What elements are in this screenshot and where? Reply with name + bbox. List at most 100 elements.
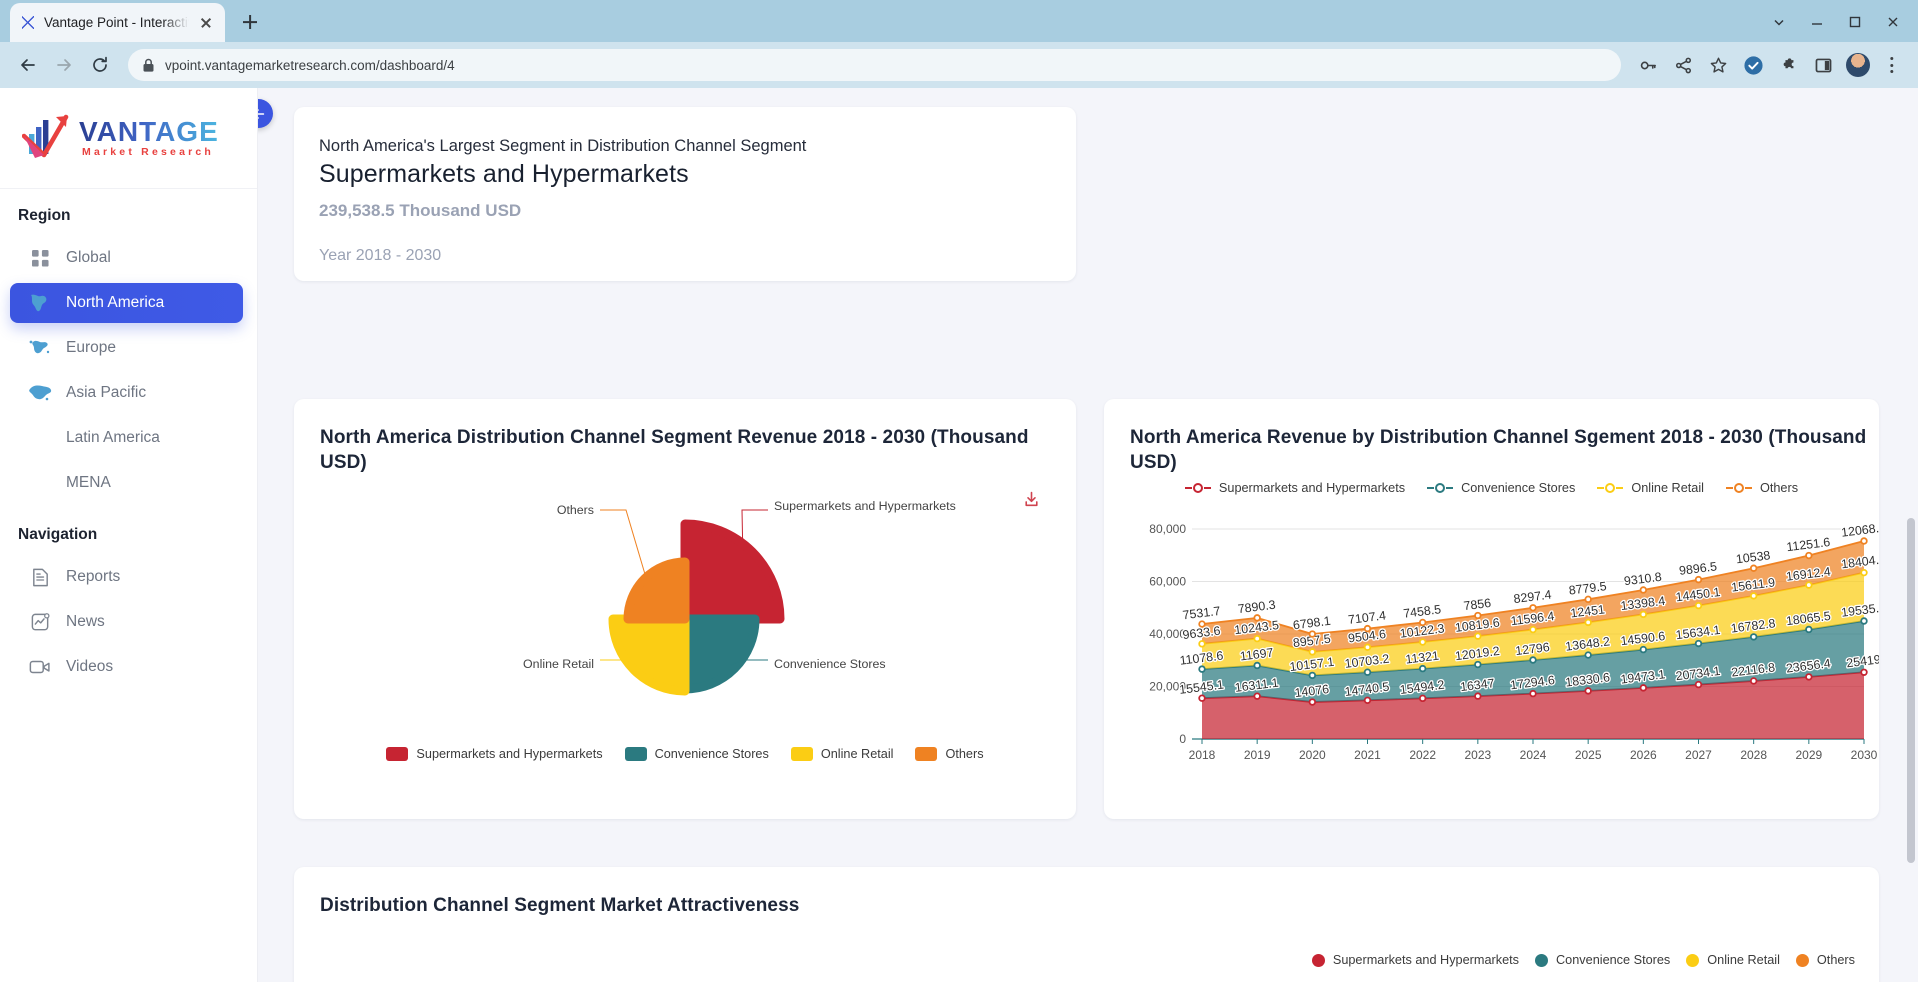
area-data-point[interactable] <box>1639 586 1648 594</box>
area-data-point[interactable] <box>1805 673 1813 681</box>
pie-slice-1[interactable] <box>680 614 760 694</box>
area-data-point[interactable] <box>1198 620 1206 628</box>
avatar[interactable] <box>1843 50 1873 80</box>
area-data-point[interactable] <box>1474 660 1482 669</box>
tab-search-chevron-down-icon[interactable] <box>1762 6 1796 38</box>
area-data-point[interactable] <box>1639 610 1648 619</box>
sidebar-item-mena[interactable]: MENA <box>10 463 243 503</box>
area-data-point[interactable] <box>1860 537 1868 545</box>
area-data-point[interactable] <box>1474 692 1482 700</box>
area-data-point[interactable] <box>1749 633 1758 641</box>
area-data-point[interactable] <box>1860 668 1868 676</box>
pie-chart-canvas[interactable]: Supermarkets and Hypermarkets Convenience… <box>294 494 1076 744</box>
area-data-point[interactable] <box>1584 618 1592 627</box>
area-data-point[interactable] <box>1860 568 1868 577</box>
legend-item[interactable]: Supermarkets and Hypermarkets <box>1184 481 1405 495</box>
area-data-point[interactable] <box>1529 604 1537 612</box>
side-panel-icon[interactable] <box>1808 50 1838 80</box>
area-data-point[interactable] <box>1198 640 1206 648</box>
window-close-icon[interactable] <box>1876 6 1910 38</box>
address-bar[interactable]: vpoint.vantagemarketresearch.com/dashboa… <box>128 49 1621 81</box>
area-data-point[interactable] <box>1529 689 1537 698</box>
area-data-point[interactable] <box>1694 575 1703 584</box>
area-data-point[interactable] <box>1805 581 1813 589</box>
area-data-point[interactable] <box>1198 665 1206 673</box>
area-data-point[interactable] <box>1749 592 1758 600</box>
legend-item[interactable]: Convenience Stores <box>1427 481 1575 495</box>
share-icon[interactable] <box>1668 50 1698 80</box>
area-data-point[interactable] <box>1749 564 1758 572</box>
area-data-point[interactable] <box>1253 634 1261 643</box>
area-data-point[interactable] <box>1363 624 1372 633</box>
area-data-point[interactable] <box>1253 614 1261 622</box>
pie-slice-2[interactable] <box>608 614 690 696</box>
area-data-point[interactable] <box>1418 638 1427 646</box>
legend-item[interactable]: Supermarkets and Hypermarkets <box>386 747 603 761</box>
area-data-point[interactable] <box>1474 632 1482 640</box>
area-data-point[interactable] <box>1308 671 1317 680</box>
area-data-point[interactable] <box>1584 651 1592 659</box>
area-data-point[interactable] <box>1308 648 1317 656</box>
legend-item[interactable]: Convenience Stores <box>1535 953 1670 967</box>
sidebar-logo[interactable]: VANTAGE Market Research <box>0 88 257 189</box>
minimize-icon[interactable] <box>1800 6 1834 38</box>
area-data-point[interactable] <box>1253 692 1261 700</box>
forward-arrow-icon[interactable] <box>48 49 80 81</box>
area-data-point[interactable] <box>1694 601 1703 610</box>
area-data-point[interactable] <box>1805 551 1813 560</box>
area-chart-canvas[interactable]: 020,00040,00060,00080,00015545.1 16311.1 1… <box>1104 507 1879 797</box>
area-data-point[interactable] <box>1749 677 1758 685</box>
scrollbar-thumb[interactable] <box>1907 518 1915 863</box>
area-data-point[interactable] <box>1860 617 1868 625</box>
key-icon[interactable] <box>1633 50 1663 80</box>
legend-item[interactable]: Convenience Stores <box>624 747 769 761</box>
legend-item[interactable]: Others <box>1795 953 1855 967</box>
new-tab-button[interactable] <box>235 7 265 37</box>
area-data-point[interactable] <box>1363 643 1372 651</box>
sidebar-item-latin-america[interactable]: Latin America <box>10 418 243 458</box>
collapse-sidebar-button[interactable] <box>258 99 273 128</box>
sidebar-item-europe[interactable]: Europe <box>10 328 243 368</box>
check-shield-icon[interactable] <box>1738 50 1768 80</box>
area-data-point[interactable] <box>1198 694 1206 702</box>
area-data-point[interactable] <box>1584 687 1592 695</box>
area-data-point[interactable] <box>1253 661 1261 670</box>
area-data-point[interactable] <box>1805 625 1813 634</box>
legend-item[interactable]: Others <box>1725 481 1798 495</box>
legend-item[interactable]: Others <box>915 747 984 761</box>
area-data-point[interactable] <box>1308 630 1317 638</box>
legend-item[interactable]: Online Retail <box>790 747 893 761</box>
three-dot-menu-icon[interactable] <box>1878 51 1906 79</box>
puzzle-icon[interactable] <box>1773 50 1803 80</box>
area-data-point[interactable] <box>1694 680 1703 689</box>
sidebar-item-news[interactable]: News <box>10 602 243 642</box>
area-data-point[interactable] <box>1474 611 1482 620</box>
tab-close-icon[interactable] <box>197 14 215 32</box>
area-data-point[interactable] <box>1639 684 1648 692</box>
area-data-point[interactable] <box>1418 618 1427 627</box>
legend-item[interactable]: Supermarkets and Hypermarkets <box>1311 953 1519 967</box>
sidebar-item-global[interactable]: Global <box>10 238 243 278</box>
pie-slice-0[interactable] <box>680 519 785 624</box>
area-data-point[interactable] <box>1584 595 1592 604</box>
page-scrollbar[interactable] <box>1903 88 1918 982</box>
maximize-icon[interactable] <box>1838 6 1872 38</box>
star-icon[interactable] <box>1703 50 1733 80</box>
sidebar-item-reports[interactable]: Reports <box>10 557 243 597</box>
area-data-point[interactable] <box>1639 645 1648 654</box>
area-data-point[interactable] <box>1418 664 1427 673</box>
area-data-point[interactable] <box>1529 625 1537 634</box>
area-data-point[interactable] <box>1418 694 1427 703</box>
legend-item[interactable]: Online Retail <box>1597 481 1704 495</box>
pie-slice-3[interactable] <box>623 557 690 624</box>
legend-item[interactable]: Online Retail <box>1686 953 1780 967</box>
area-data-point[interactable] <box>1363 696 1372 705</box>
back-arrow-icon[interactable] <box>12 49 44 81</box>
area-data-point[interactable] <box>1308 698 1317 706</box>
area-data-point[interactable] <box>1363 668 1372 676</box>
area-data-point[interactable] <box>1694 639 1703 648</box>
sidebar-item-north-america[interactable]: North America <box>10 283 243 323</box>
browser-tab[interactable]: Vantage Point - Interactive <box>10 3 225 42</box>
area-data-point[interactable] <box>1529 656 1537 664</box>
sidebar-item-asia-pacific[interactable]: Asia Pacific <box>10 373 243 413</box>
